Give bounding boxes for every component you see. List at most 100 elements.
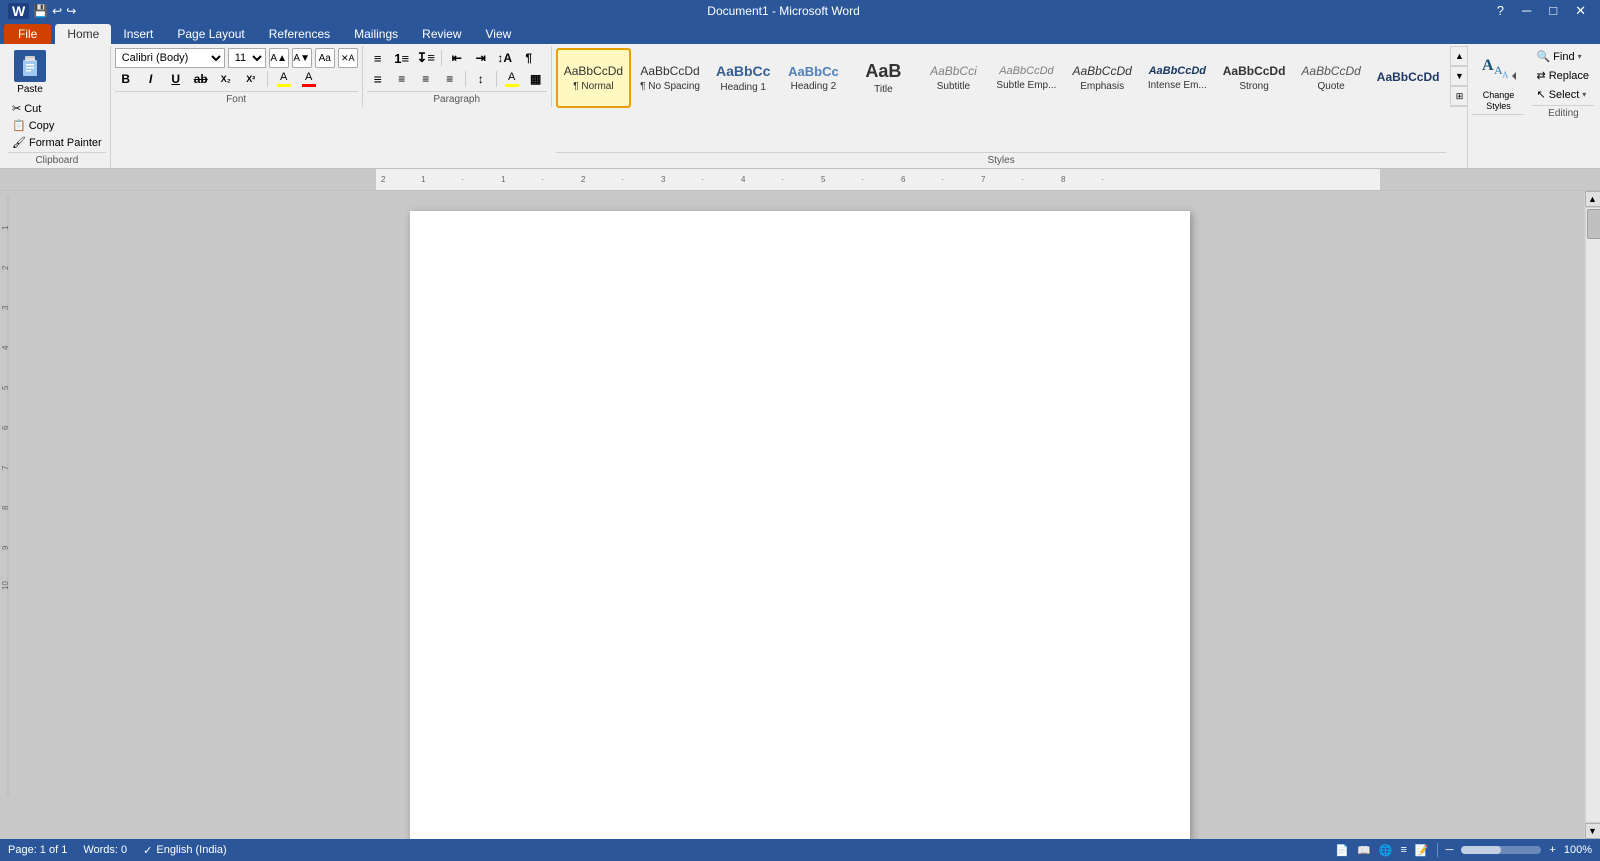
ruler-main[interactable]: 2 1 · 1 · 2 · 3 · 4 · 5 · 6 · 7 · 8 ·	[376, 169, 1380, 190]
styles-expand[interactable]: ⊞	[1450, 86, 1468, 106]
style-heading2[interactable]: AaBbCc Heading 2	[779, 48, 847, 108]
style-subtitle[interactable]: AaBbCci Subtitle	[919, 48, 987, 108]
svg-text:8: 8	[1, 505, 10, 510]
spell-check-icon: ✓	[143, 844, 152, 857]
subscript-button[interactable]: X₂	[215, 69, 237, 89]
text-highlight-button[interactable]: A	[273, 69, 295, 89]
style-strong[interactable]: AaBbCcDd Strong	[1216, 48, 1293, 108]
zoom-level[interactable]: 100%	[1564, 844, 1592, 856]
align-center-button[interactable]: ≡	[391, 69, 413, 89]
paste-icon	[14, 50, 46, 82]
clear-formatting-button[interactable]: ✕A	[338, 48, 358, 68]
view-print-layout[interactable]: 📄	[1335, 844, 1349, 857]
ribbon: Paste ✂ Cut 📋 Copy 🖌 Format Painter	[0, 44, 1600, 169]
change-styles-button[interactable]: A A A	[1478, 48, 1518, 88]
quick-access-undo[interactable]: ↩	[52, 4, 62, 18]
quick-access-redo[interactable]: ↪	[66, 4, 76, 18]
find-button[interactable]: 🔍 Find ▾	[1532, 48, 1585, 65]
increase-indent-button[interactable]: ⇥	[470, 48, 492, 68]
style-heading1[interactable]: AaBbCc Heading 1	[709, 48, 777, 108]
font-row-1: Calibri (Body) 11 A▲ A▼ Aa ✕A	[115, 48, 358, 68]
font-color-button[interactable]: A	[298, 69, 320, 89]
style-emphasis[interactable]: AaBbCcDd Emphasis	[1065, 48, 1138, 108]
language-indicator[interactable]: ✓ English (India)	[143, 844, 227, 857]
svg-text:6: 6	[901, 175, 906, 184]
status-bar-right: 📄 📖 🌐 ≡ 📝 ─ + 100%	[1335, 843, 1592, 857]
minimize-button[interactable]: ─	[1516, 3, 1537, 19]
title-bar-title: Document1 - Microsoft Word	[76, 4, 1490, 18]
ruler-right-margin	[1380, 169, 1600, 190]
style-aabbc[interactable]: AaBbCcDd	[1370, 48, 1447, 108]
tab-references[interactable]: References	[257, 24, 342, 44]
replace-button[interactable]: ⇄ Replace	[1532, 67, 1593, 84]
tab-mailings[interactable]: Mailings	[342, 24, 410, 44]
style-quote[interactable]: AaBbCcDd Quote	[1294, 48, 1367, 108]
styles-scroll-up[interactable]: ▲	[1450, 46, 1468, 66]
ruler-corner	[0, 169, 16, 190]
italic-button[interactable]: I	[140, 69, 162, 89]
align-right-button[interactable]: ≡	[415, 69, 437, 89]
svg-text:7: 7	[1, 465, 10, 470]
borders-button[interactable]: ▦	[525, 69, 547, 89]
line-spacing-button[interactable]: ↕	[470, 69, 492, 89]
tab-insert[interactable]: Insert	[111, 24, 165, 44]
show-hide-button[interactable]: ¶	[518, 48, 540, 68]
clipboard-group: Paste ✂ Cut 📋 Copy 🖌 Format Painter	[4, 46, 111, 168]
tab-file[interactable]: File	[4, 24, 51, 44]
style-intense-emp-label: Intense Em...	[1148, 80, 1207, 91]
font-grow-button[interactable]: A▲	[269, 48, 289, 68]
paste-button[interactable]: Paste	[8, 48, 52, 97]
svg-text:·: ·	[861, 175, 864, 184]
underline-button[interactable]: U	[165, 69, 187, 89]
view-outline[interactable]: ≡	[1401, 844, 1407, 856]
clipboard-group-label: Clipboard	[8, 152, 106, 166]
scroll-thumb[interactable]	[1587, 209, 1600, 239]
zoom-in-button[interactable]: +	[1549, 844, 1555, 856]
font-family-select[interactable]: Calibri (Body)	[115, 48, 225, 68]
scroll-track[interactable]	[1585, 207, 1600, 823]
justify-button[interactable]: ≡	[439, 69, 461, 89]
view-full-reading[interactable]: 📖	[1357, 844, 1371, 857]
close-button[interactable]: ✕	[1569, 3, 1592, 19]
copy-button[interactable]: 📋 Copy	[8, 118, 106, 133]
bullets-button[interactable]: ≡	[367, 48, 389, 68]
style-normal[interactable]: AaBbCcDd ¶ Normal	[556, 48, 631, 108]
style-no-spacing[interactable]: AaBbCcDd ¶ No Spacing	[633, 48, 707, 108]
select-button[interactable]: ↖ Select ▾	[1532, 86, 1590, 103]
style-title[interactable]: AaB Title	[849, 48, 917, 108]
style-intense-emphasis[interactable]: AaBbCcDd Intense Em...	[1141, 48, 1214, 108]
bold-button[interactable]: B	[115, 69, 137, 89]
zoom-slider[interactable]	[1461, 846, 1541, 854]
scroll-down-button[interactable]: ▼	[1585, 823, 1600, 839]
shading-button[interactable]: A	[501, 69, 523, 89]
view-web-layout[interactable]: 🌐	[1379, 844, 1393, 857]
find-icon: 🔍	[1536, 50, 1550, 63]
format-painter-button[interactable]: 🖌 Format Painter	[8, 135, 106, 150]
align-left-button[interactable]: ≡	[367, 69, 389, 89]
superscript-button[interactable]: X²	[240, 69, 262, 89]
quick-access-save[interactable]: 💾	[33, 4, 48, 18]
tab-home[interactable]: Home	[55, 24, 111, 44]
cut-button[interactable]: ✂ Cut	[8, 101, 106, 116]
scroll-up-button[interactable]: ▲	[1585, 191, 1600, 207]
strikethrough-button[interactable]: ab	[190, 69, 212, 89]
font-shrink-button[interactable]: A▼	[292, 48, 312, 68]
tab-review[interactable]: Review	[410, 24, 473, 44]
decrease-indent-button[interactable]: ⇤	[446, 48, 468, 68]
paragraph-group-label: Paragraph	[367, 91, 547, 105]
multilevel-button[interactable]: ↧≡	[415, 48, 437, 68]
help-button[interactable]: ?	[1491, 3, 1510, 19]
document-page[interactable]	[410, 211, 1190, 839]
sort-button[interactable]: ↕A	[494, 48, 516, 68]
maximize-button[interactable]: □	[1543, 3, 1563, 19]
view-draft[interactable]: 📝	[1415, 844, 1429, 857]
tab-view[interactable]: View	[474, 24, 524, 44]
font-size-select[interactable]: 11	[228, 48, 266, 68]
tab-page-layout[interactable]: Page Layout	[165, 24, 256, 44]
style-subtle-emphasis[interactable]: AaBbCcDd Subtle Emp...	[989, 48, 1063, 108]
document-area[interactable]	[16, 191, 1584, 839]
zoom-out-button[interactable]: ─	[1446, 844, 1454, 856]
numbering-button[interactable]: 1≡	[391, 48, 413, 68]
change-case-button[interactable]: Aa	[315, 48, 335, 68]
styles-scroll-down[interactable]: ▼	[1450, 66, 1468, 86]
